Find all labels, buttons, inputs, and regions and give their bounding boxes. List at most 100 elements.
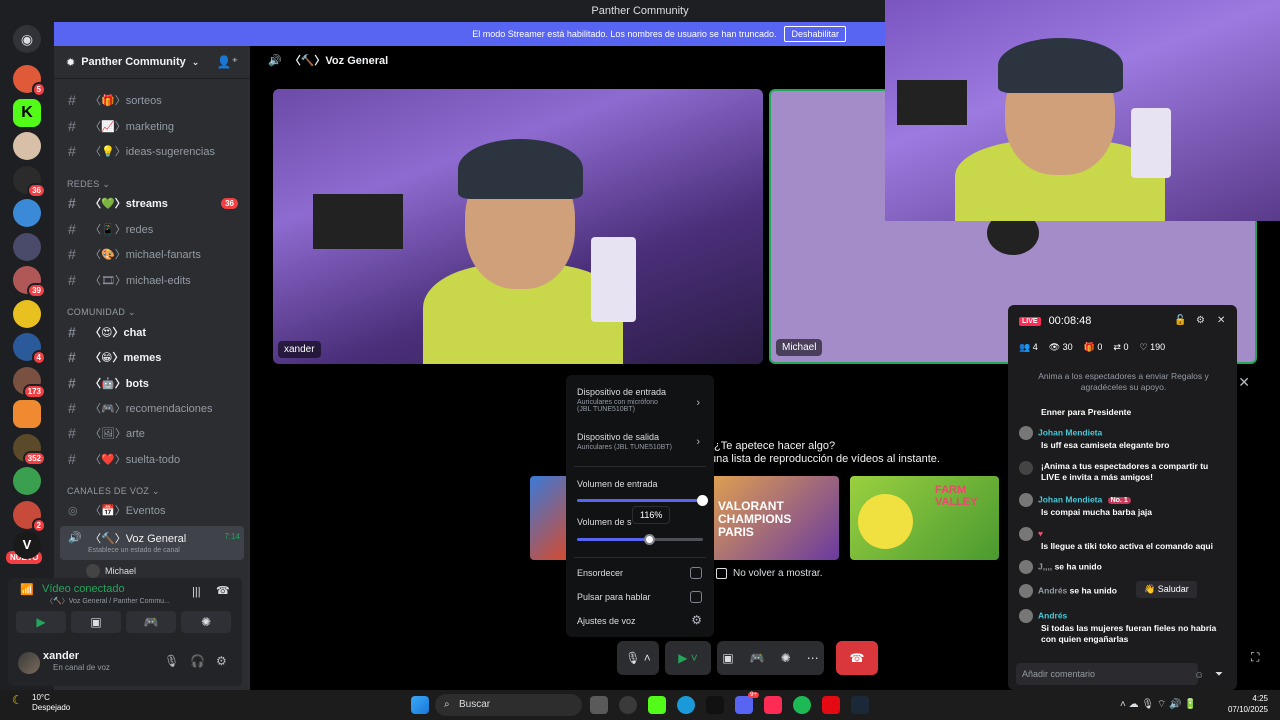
category-redes[interactable]: REDES ⌄ [67,179,110,190]
category-voz[interactable]: CANALES DE VOZ ⌄ [67,486,160,497]
channel-status[interactable]: Establece un estado de canal [88,547,180,554]
search-box[interactable]: ⌕ Buscar [435,694,582,716]
channel-item[interactable]: # 〈🖼〉arte [62,422,244,444]
kick-icon[interactable] [648,696,666,714]
dont-show-checkbox[interactable]: No volver a mostrar. [716,568,822,579]
microphone-icon[interactable]: 🎙 [164,654,179,668]
server-icon[interactable] [13,300,41,328]
lock-icon[interactable]: 🔓 [1174,315,1186,326]
headphones-icon[interactable]: 🎧 [190,654,205,668]
task-view-icon[interactable] [590,696,608,714]
add-member-icon[interactable]: 👤⁺ [217,55,238,69]
output-volume-slider[interactable] [577,538,703,541]
spotify-icon[interactable] [793,696,811,714]
slider-handle[interactable] [644,534,656,545]
channel-item[interactable]: # 〈💡〉ideas-sugerencias [62,140,244,162]
checkbox[interactable] [716,568,727,579]
soundboard-button[interactable]: ✺ [181,611,231,633]
gear-icon[interactable]: ⚙ [691,613,702,627]
netflix-icon[interactable] [822,696,840,714]
server-icon[interactable]: 173 [13,367,46,399]
soundboard-icon[interactable]: ✺ [781,651,791,665]
voice-settings-item[interactable]: Ajustes de voz [577,616,636,626]
server-icon[interactable]: 36 [13,166,46,198]
disconnect-icon[interactable]: ☎ [216,584,230,597]
gear-icon[interactable]: ⚙ [1196,315,1205,326]
server-icon[interactable] [13,199,41,227]
video-tile-xander[interactable]: xander [273,89,763,364]
server-icon[interactable]: 2 [13,501,46,533]
server-icon[interactable] [13,233,41,261]
channel-item[interactable]: # 〈💚〉streams 36 [62,192,244,214]
camera-button[interactable]: ▶ [16,611,66,633]
channel-item[interactable]: # 〈❤️〉suelta-todo [62,448,244,470]
slider-handle[interactable] [697,495,708,506]
signal-icon: 📶 [20,584,34,596]
screen-share-button[interactable]: ▣ [71,611,121,633]
category-comunidad[interactable]: COMUNIDAD ⌄ [67,307,136,318]
wave-button[interactable]: 👋 Saludar [1136,581,1197,598]
gear-icon[interactable]: ⚙ [216,654,227,668]
channel-item[interactable]: # 〈😁〉memes [62,346,244,368]
server-icon[interactable]: V [13,531,41,559]
activity-button[interactable]: 🎮 [126,611,176,633]
activity-card-valorant[interactable]: VALORANT CHAMPIONS PARIS [710,476,839,560]
tiktok-icon[interactable] [706,696,724,714]
input-volume-slider[interactable] [577,499,703,502]
channel-item[interactable]: # 〈📈〉marketing [62,115,244,137]
activity-icon[interactable]: 🎮 [750,651,765,665]
server-header[interactable]: ✹ Panther Community ⌄ 👤⁺ [54,46,250,79]
emoji-icon[interactable]: ☺ [1194,670,1204,681]
close-icon[interactable]: ✕ [1217,315,1225,326]
noise-suppression-icon[interactable]: ||| [192,586,201,598]
output-device-item[interactable]: Dispositivo de salida Auriculares (JBL T… [577,432,672,451]
channel-item[interactable]: # 〈🎁〉sorteos [62,89,244,111]
voice-channel-item[interactable]: ◎ 〈📅〉Eventos [62,499,244,521]
comment-input[interactable]: Añadir comentario [1016,663,1198,685]
input-device-item[interactable]: Dispositivo de entrada Auriculares con m… [577,387,666,413]
activity-card-farm[interactable]: FARM VALLEY [850,476,999,560]
camera-button[interactable]: ▶ ˅ [665,641,711,675]
channel-item[interactable]: # 〈🎞〉michael-edits [62,269,244,291]
discord-icon[interactable]: 9+ [735,692,759,714]
screen-share-icon[interactable]: ▣ [722,651,733,665]
edge-icon[interactable] [677,696,695,714]
steam-icon[interactable] [851,696,869,714]
server-icon[interactable]: 4 [13,333,46,365]
filter-icon[interactable]: ⏷ [1215,669,1223,680]
server-icon[interactable]: K [13,99,41,127]
voice-connected-subtitle[interactable]: 〈🔨〉Voz General / Panther Commu... [46,596,170,606]
deafen-checkbox[interactable] [690,567,702,579]
close-icon[interactable]: ✕ [1238,374,1250,391]
channel-item[interactable]: # 〈🤖〉bots [62,372,244,394]
server-icon[interactable]: 352 [13,434,46,466]
channel-item[interactable]: # 〈😍〉chat [62,321,244,343]
server-icon[interactable]: 5 [13,65,46,97]
tiktok-live-icon[interactable] [764,696,782,714]
more-icon[interactable]: ⋯ [807,651,819,665]
push-to-talk-checkbox[interactable] [690,591,702,603]
activity-card[interactable] [530,476,570,560]
voice-connected-label[interactable]: Vídeo conectado [42,583,125,595]
disable-streamer-button[interactable]: Deshabilitar [784,26,846,42]
weather-widget[interactable]: ☾ 10°C Despejado [12,693,70,713]
clock[interactable]: 4:25 07/10/2025 [1228,693,1268,715]
monitor [897,80,967,125]
discord-home-icon[interactable]: ◉ [13,25,41,53]
server-icon[interactable] [13,467,41,495]
avatar[interactable] [18,652,40,674]
start-icon[interactable] [411,696,429,714]
server-icon[interactable] [13,132,41,160]
app-icon[interactable] [619,696,637,714]
voice-member[interactable]: Michael [86,564,136,578]
voice-channel-active[interactable]: 🔊 〈🔨〉Voz General 7:14 Establece un estad… [60,526,244,560]
server-icon[interactable] [13,400,41,428]
system-tray-icons[interactable]: ˄ ☁ 🎙 ⌔ 🔊 🔋 [1120,698,1197,711]
channel-item[interactable]: # 〈🎮〉recomendaciones [62,397,244,419]
channel-item[interactable]: # 〈📱〉redes [62,218,244,240]
microphone-button[interactable]: 🎙 ˄ [617,641,659,675]
channel-item[interactable]: # 〈🎨〉michael-fanarts [62,243,244,265]
disconnect-button[interactable]: ☎ [836,641,878,675]
server-icon[interactable]: 39 [13,266,46,298]
fullscreen-icon[interactable]: ⛶ [1251,650,1259,665]
